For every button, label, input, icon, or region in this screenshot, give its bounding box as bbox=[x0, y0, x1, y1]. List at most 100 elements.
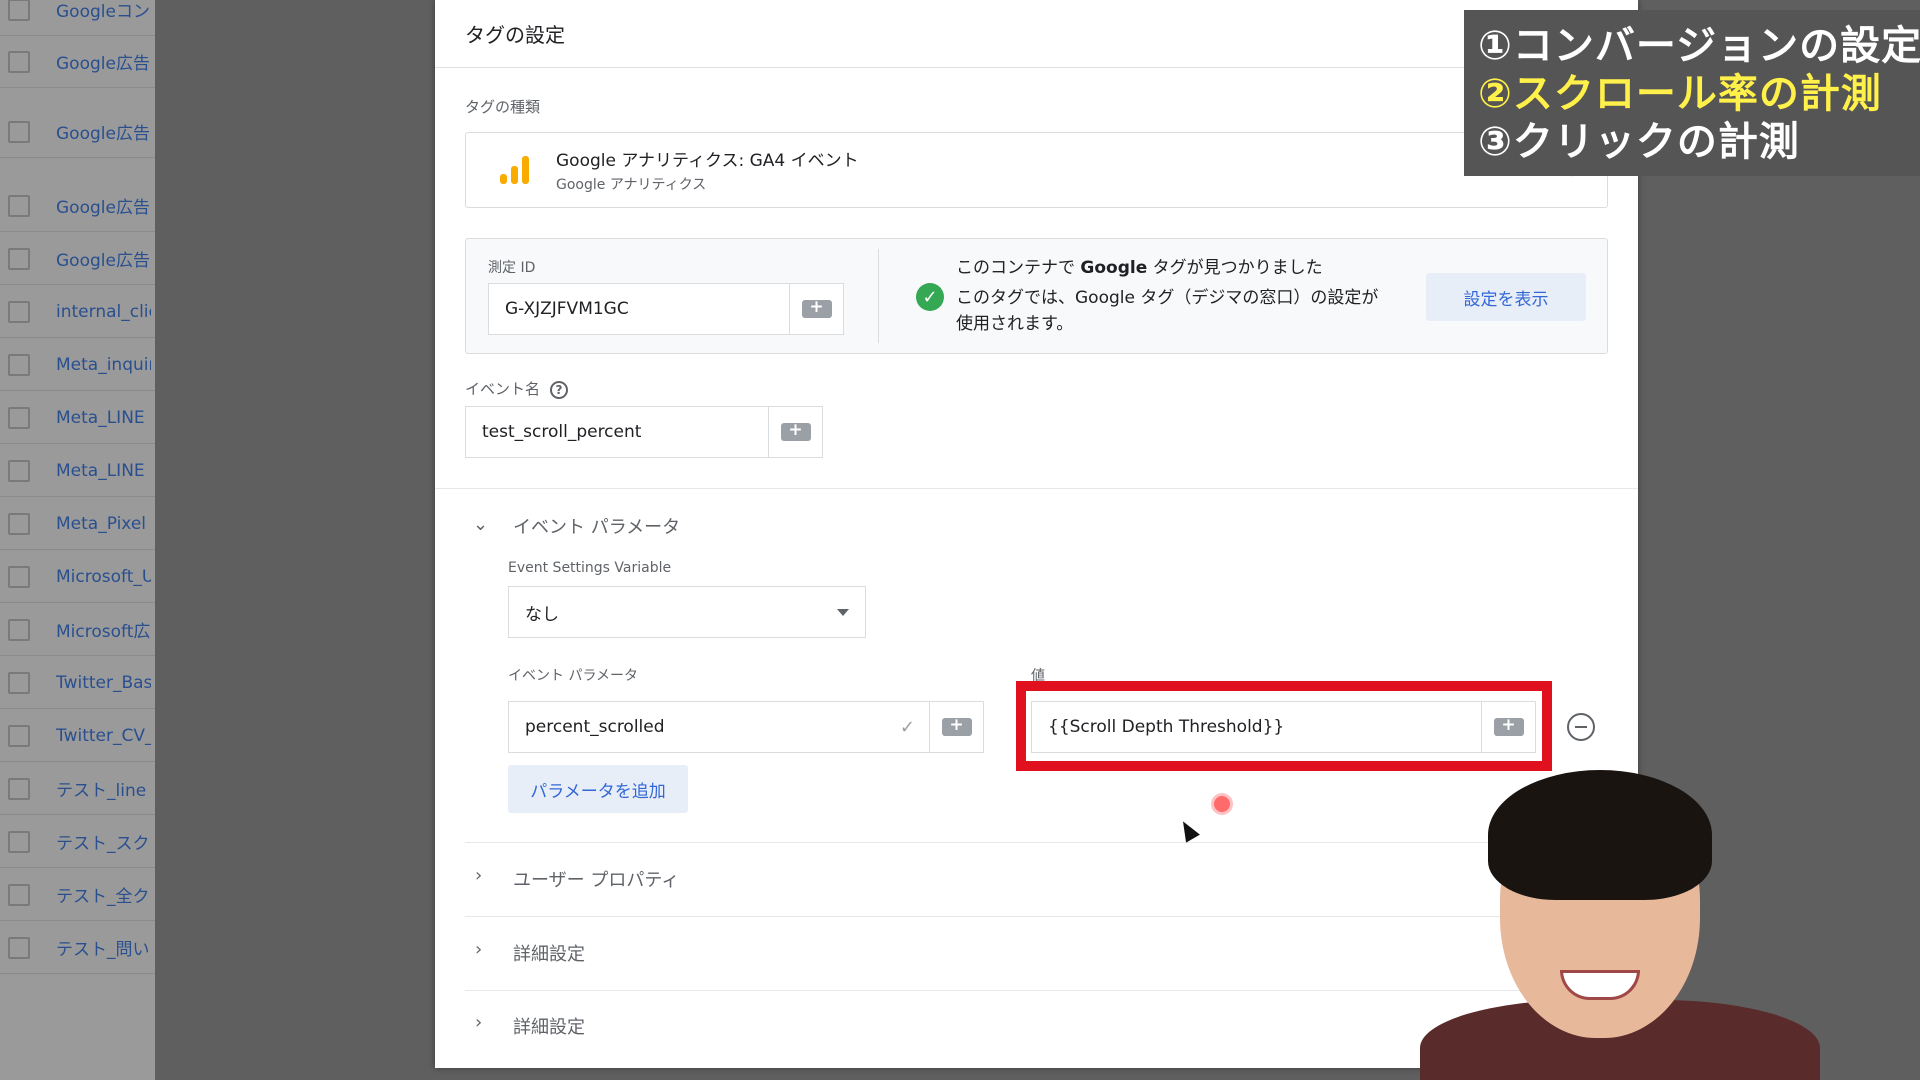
measurement-id-field[interactable]: G-XJZJFVM1GC bbox=[488, 283, 844, 335]
row-checkbox[interactable] bbox=[8, 300, 30, 323]
row-checkbox[interactable] bbox=[8, 459, 30, 482]
tag-type-label: タグの種類 bbox=[465, 98, 541, 116]
list-item[interactable]: Google広告 bbox=[0, 180, 155, 232]
tag-link[interactable]: Twitter_CV_ bbox=[56, 726, 151, 746]
variable-picker-button[interactable] bbox=[929, 702, 983, 752]
row-checkbox[interactable] bbox=[8, 883, 30, 906]
row-checkbox[interactable] bbox=[8, 830, 30, 853]
row-checkbox[interactable] bbox=[8, 618, 30, 641]
tag-type-card[interactable]: Google アナリティクス: GA4 イベント Google アナリティクス … bbox=[465, 132, 1608, 208]
event-name-field[interactable]: test_scroll_percent bbox=[465, 406, 823, 458]
chevron-down-icon[interactable]: ⌄ bbox=[473, 514, 488, 535]
param-name-field[interactable]: percent_scrolled ✓ bbox=[508, 701, 984, 753]
list-item[interactable]: Twitter_Bas bbox=[0, 657, 155, 709]
add-variable-icon bbox=[801, 297, 832, 318]
tag-link[interactable]: Microsoft広 bbox=[56, 617, 151, 642]
divider bbox=[435, 488, 1638, 489]
check-circle-icon: ✓ bbox=[916, 283, 944, 311]
tag-type-title: Google アナリティクス: GA4 イベント bbox=[556, 151, 859, 171]
tag-link[interactable]: Microsoft_U bbox=[56, 567, 151, 587]
notice-line-1: このコンテナで Google タグが見つかりました bbox=[956, 258, 1323, 278]
tag-link[interactable]: internal_clic bbox=[56, 302, 151, 322]
event-settings-variable-select[interactable]: なし bbox=[508, 586, 866, 638]
list-item[interactable]: Google広告 bbox=[0, 233, 155, 285]
tag-link[interactable]: テスト_line bbox=[56, 776, 151, 801]
row-checkbox[interactable] bbox=[8, 194, 30, 217]
list-item[interactable]: テスト_line bbox=[0, 763, 155, 815]
list-item[interactable]: テスト_問い bbox=[0, 922, 155, 974]
chevron-right-icon[interactable]: › bbox=[475, 1012, 482, 1033]
chevron-right-icon[interactable]: › bbox=[475, 939, 482, 960]
list-item[interactable]: Microsoft広 bbox=[0, 604, 155, 656]
list-item[interactable]: Meta_inquir bbox=[0, 339, 155, 391]
tag-link[interactable]: Google広告 bbox=[56, 193, 151, 218]
variable-picker-button[interactable] bbox=[789, 284, 843, 334]
row-checkbox[interactable] bbox=[8, 936, 30, 959]
advanced-settings-section[interactable]: 詳細設定 bbox=[513, 1013, 585, 1039]
row-checkbox[interactable] bbox=[8, 671, 30, 694]
divider bbox=[878, 249, 879, 343]
tag-list: Googleコン Google広告 Google広告 Google広告 Goog… bbox=[0, 0, 155, 1080]
show-settings-button[interactable]: 設定を表示 bbox=[1426, 273, 1586, 321]
select-value: なし bbox=[525, 604, 559, 625]
row-checkbox[interactable] bbox=[8, 50, 30, 73]
list-item[interactable]: テスト_スク bbox=[0, 816, 155, 868]
row-checkbox[interactable] bbox=[8, 406, 30, 429]
help-icon[interactable]: ? bbox=[550, 380, 569, 399]
row-checkbox[interactable] bbox=[8, 353, 30, 376]
user-properties-section[interactable]: ユーザー プロパティ bbox=[513, 866, 679, 892]
measurement-id-value[interactable]: G-XJZJFVM1GC bbox=[489, 299, 789, 319]
step-item: ③クリックの計測 bbox=[1478, 119, 1800, 165]
notice-line-3: 使用されます。 bbox=[956, 314, 1074, 334]
tag-link[interactable]: テスト_スク bbox=[56, 829, 151, 854]
chevron-right-icon[interactable]: › bbox=[475, 865, 482, 886]
list-item[interactable]: Meta_LINE bbox=[0, 445, 155, 497]
list-item[interactable]: internal_clic bbox=[0, 286, 155, 338]
row-checkbox[interactable] bbox=[8, 724, 30, 747]
row-checkbox[interactable] bbox=[8, 0, 30, 21]
tag-link[interactable]: Google広告 bbox=[56, 49, 151, 74]
presenter-hair bbox=[1488, 770, 1712, 900]
list-item[interactable]: テスト_全ク bbox=[0, 869, 155, 921]
row-checkbox[interactable] bbox=[8, 247, 30, 270]
measurement-id-label: 測定 ID bbox=[488, 260, 536, 276]
dropdown-caret-icon bbox=[837, 609, 849, 616]
event-name-value[interactable]: test_scroll_percent bbox=[466, 422, 768, 442]
list-item[interactable]: Google広告 bbox=[0, 36, 155, 88]
panel-title: タグの設定 bbox=[435, 0, 1638, 68]
tag-link[interactable]: Meta_LINE bbox=[56, 461, 151, 481]
event-params-section-title[interactable]: イベント パラメータ bbox=[513, 513, 680, 539]
tag-link[interactable]: Google広告 bbox=[56, 119, 151, 144]
tag-link[interactable]: テスト_問い bbox=[56, 935, 151, 960]
list-item[interactable]: Googleコン bbox=[0, 0, 155, 36]
tag-link[interactable]: Google広告 bbox=[56, 246, 151, 271]
tag-link[interactable]: Meta_inquir bbox=[56, 355, 151, 375]
param-name-value[interactable]: percent_scrolled bbox=[509, 717, 900, 737]
row-checkbox[interactable] bbox=[8, 120, 30, 143]
add-parameter-button[interactable]: パラメータを追加 bbox=[508, 765, 688, 813]
row-checkbox[interactable] bbox=[8, 777, 30, 800]
list-item[interactable]: Meta_LINE bbox=[0, 392, 155, 444]
click-indicator bbox=[1214, 796, 1230, 812]
tag-link[interactable]: Twitter_Bas bbox=[56, 673, 151, 693]
list-item[interactable]: Google広告 bbox=[0, 106, 155, 158]
list-item[interactable]: Microsoft_U bbox=[0, 551, 155, 603]
add-variable-icon bbox=[941, 715, 972, 736]
advanced-settings-section[interactable]: 詳細設定 bbox=[513, 940, 585, 966]
variable-picker-button[interactable] bbox=[768, 407, 822, 457]
check-icon: ✓ bbox=[899, 716, 915, 738]
row-checkbox[interactable] bbox=[8, 512, 30, 535]
event-name-label: イベント名? bbox=[465, 378, 569, 399]
row-checkbox[interactable] bbox=[8, 565, 30, 588]
backdrop bbox=[155, 0, 435, 1080]
tag-link[interactable]: Meta_Pixel bbox=[56, 514, 151, 534]
tag-link[interactable]: テスト_全ク bbox=[56, 882, 151, 907]
tag-link[interactable]: Googleコン bbox=[56, 0, 151, 22]
list-item[interactable]: Twitter_CV_ bbox=[0, 710, 155, 762]
list-item[interactable]: Meta_Pixel bbox=[0, 498, 155, 550]
presenter-webcam bbox=[1400, 770, 1920, 1080]
param-column-label: イベント パラメータ bbox=[508, 668, 639, 684]
tag-link[interactable]: Meta_LINE bbox=[56, 408, 151, 428]
remove-param-icon[interactable] bbox=[1567, 713, 1595, 741]
tag-type-subtitle: Google アナリティクス bbox=[556, 177, 707, 193]
